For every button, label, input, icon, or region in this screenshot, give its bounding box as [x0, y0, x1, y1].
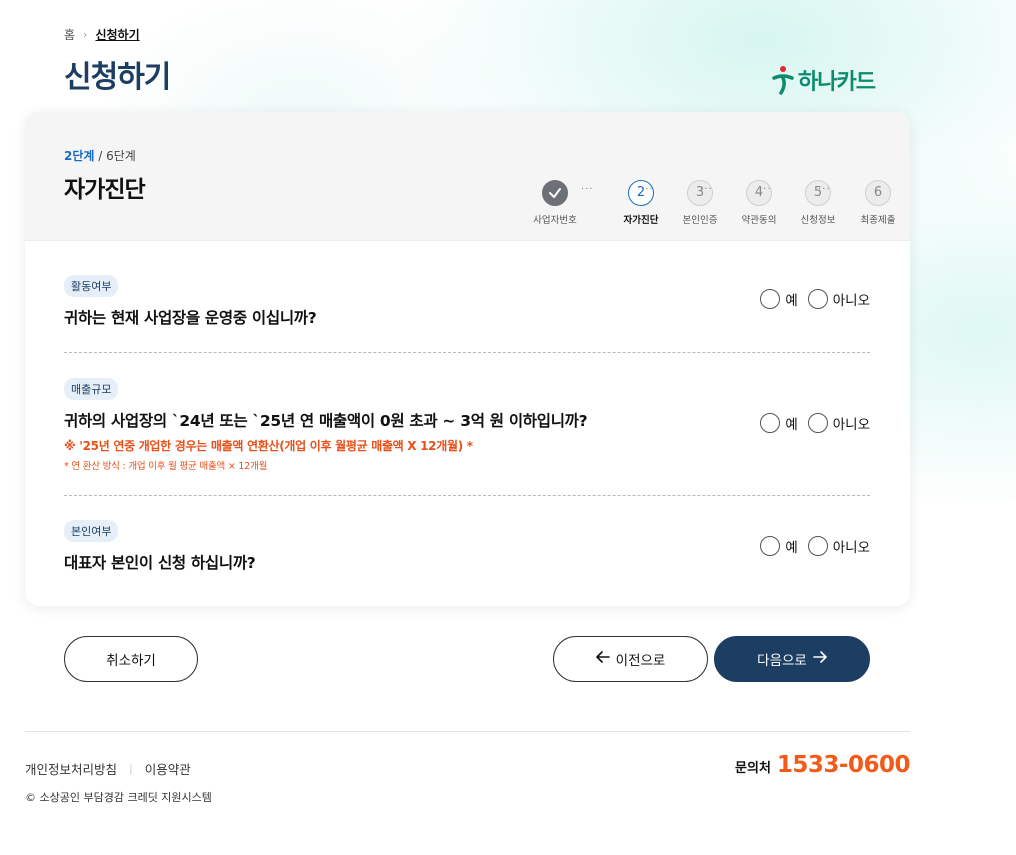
- link-separator: |: [129, 762, 133, 775]
- step-separator: /: [94, 149, 107, 163]
- radio-label: 예: [785, 540, 798, 556]
- answer-options: 예 아니오: [760, 536, 870, 556]
- step-1: 사업자번호: [525, 180, 585, 226]
- breadcrumb-current[interactable]: 신청하기: [95, 26, 139, 43]
- hana-logo-icon: [772, 66, 794, 95]
- question-note: ※ '25년 연중 개업한 경우는 매출액 연환산(개업 이후 월평균 매출액 …: [64, 439, 473, 453]
- radio-circle-icon[interactable]: [807, 536, 828, 556]
- step-connector: ···: [581, 184, 594, 195]
- step-number: 6: [865, 180, 891, 206]
- radio-circle-icon[interactable]: [807, 289, 828, 309]
- prev-button[interactable]: 이전으로: [553, 636, 708, 682]
- question-text: 귀하의 사업장의 `24년 또는 `25년 연 매출액이 0원 초과 ~ 3억 …: [64, 412, 588, 430]
- dashed-divider: [64, 352, 870, 353]
- question-tag: 매출규모: [64, 378, 119, 400]
- radio-circle-icon[interactable]: [807, 413, 828, 433]
- footer-links: 개인정보처리방침 | 이용약관: [25, 759, 191, 778]
- radio-no[interactable]: 아니오: [807, 413, 870, 433]
- prev-button-label: 이전으로: [615, 653, 666, 669]
- next-button[interactable]: 다음으로: [714, 636, 870, 682]
- step-title: 자가진단: [64, 177, 146, 203]
- total-steps: 6단계: [106, 149, 136, 163]
- contact-info: 문의처 1533-0600: [735, 752, 910, 778]
- radio-yes[interactable]: 예: [760, 536, 798, 556]
- arrow-left-icon: [595, 651, 610, 667]
- next-button-label: 다음으로: [757, 653, 807, 669]
- step-connector: ···: [818, 184, 831, 195]
- step-connector: ···: [759, 184, 772, 195]
- radio-circle-icon[interactable]: [760, 289, 781, 309]
- cancel-button[interactable]: 취소하기: [64, 636, 198, 682]
- radio-yes[interactable]: 예: [760, 289, 798, 309]
- radio-label: 예: [785, 417, 798, 433]
- radio-label: 예: [785, 293, 798, 309]
- radio-label: 아니오: [832, 293, 870, 309]
- dashed-divider: [64, 495, 870, 496]
- question-subnote: * 연 환산 방식 : 개업 이후 월 평균 매출액 × 12개월: [64, 461, 268, 472]
- radio-no[interactable]: 아니오: [807, 536, 870, 556]
- chevron-right-icon: ›: [83, 28, 88, 41]
- step-label: 약관동의: [741, 215, 777, 226]
- current-step: 2단계: [64, 149, 95, 163]
- copyright: © 소상공인 부담경감 크레딧 지원시스템: [25, 791, 212, 804]
- cancel-button-label: 취소하기: [106, 653, 156, 669]
- terms-link[interactable]: 이용약관: [145, 759, 191, 778]
- question-tag: 본인여부: [64, 520, 119, 542]
- contact-phone[interactable]: 1533-0600: [777, 752, 911, 778]
- breadcrumb: 홈 › 신청하기: [64, 26, 140, 43]
- step-6: 6 최종제출: [848, 180, 908, 226]
- page-title: 신청하기: [64, 60, 171, 95]
- radio-no[interactable]: 아니오: [807, 289, 870, 309]
- progress-stepper: 사업자번호 ··· 2 자가진단 ··· 3 본인인증 ··· 4 약관동의 ·…: [525, 180, 895, 230]
- question-identity: 본인여부 대표자 본인이 신청 하십니까? 예 아니오: [64, 520, 870, 573]
- footer-divider: [25, 731, 910, 732]
- privacy-policy-link[interactable]: 개인정보처리방침: [25, 759, 117, 778]
- question-activity: 활동여부 귀하는 현재 사업장을 운영중 이십니까? 예 아니오: [64, 275, 870, 328]
- arrow-right-icon: [813, 651, 827, 667]
- radio-circle-icon[interactable]: [760, 413, 781, 433]
- answer-options: 예 아니오: [760, 289, 870, 309]
- radio-circle-icon[interactable]: [760, 536, 781, 556]
- breadcrumb-home[interactable]: 홈: [64, 26, 75, 43]
- page: 홈 › 신청하기 신청하기 하나카드 2단계 / 6단계 자가진단 사업자번호: [0, 0, 1016, 855]
- step-label: 본인인증: [682, 215, 718, 226]
- question-revenue: 매출규모 귀하의 사업장의 `24년 또는 `25년 연 매출액이 0원 초과 …: [64, 378, 870, 472]
- radio-label: 아니오: [832, 417, 870, 433]
- step-connector: ···: [700, 184, 713, 195]
- step-label: 신청정보: [800, 215, 836, 226]
- radio-yes[interactable]: 예: [760, 413, 798, 433]
- hana-card-logo: 하나카드: [772, 64, 876, 96]
- step-counter: 2단계 / 6단계: [64, 147, 136, 164]
- card-header: 2단계 / 6단계 자가진단 사업자번호 ··· 2 자가진단 ··· 3 본인…: [25, 112, 910, 241]
- question-tag: 활동여부: [64, 275, 119, 297]
- step-label: 최종제출: [860, 215, 896, 226]
- step-connector: ···: [641, 184, 654, 195]
- logo-text: 하나카드: [798, 70, 876, 95]
- question-text: 대표자 본인이 신청 하십니까?: [64, 554, 256, 572]
- step-label: 자가진단: [623, 215, 659, 226]
- answer-options: 예 아니오: [760, 413, 870, 433]
- check-icon: [542, 180, 568, 206]
- contact-label: 문의처: [735, 761, 771, 776]
- question-text: 귀하는 현재 사업장을 운영중 이십니까?: [64, 309, 317, 327]
- radio-label: 아니오: [832, 540, 870, 556]
- step-label: 사업자번호: [533, 215, 577, 226]
- application-card: 2단계 / 6단계 자가진단 사업자번호 ··· 2 자가진단 ··· 3 본인…: [25, 112, 910, 606]
